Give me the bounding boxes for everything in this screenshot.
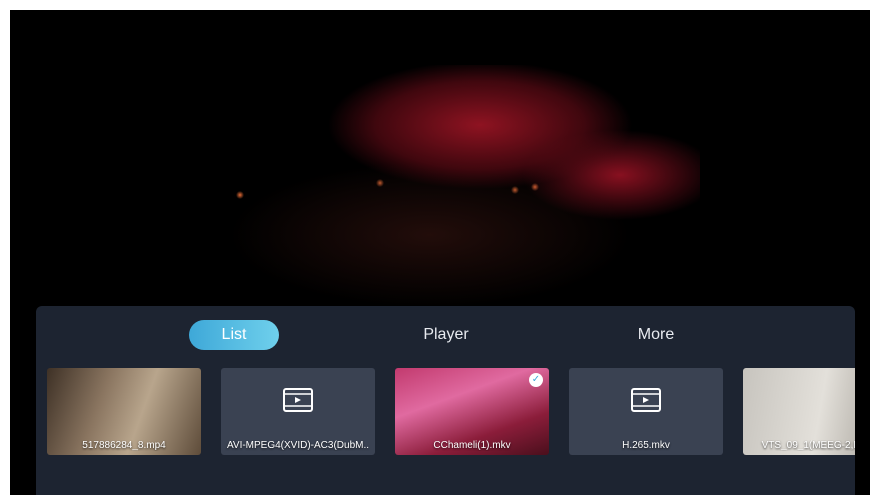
video-frame-image — [200, 65, 700, 310]
media-browser-panel: List Player More 517886284_8.mp4 AVI-MPE… — [36, 306, 855, 495]
film-icon — [283, 388, 313, 412]
file-card-selected[interactable]: ✓ CChameli(1).mkv — [395, 368, 549, 455]
file-name: CChameli(1).mkv — [433, 440, 511, 451]
file-name: 517886284_8.mp4 — [82, 440, 166, 451]
file-card[interactable]: VTS_09_1(MEEG-2,PCM, — [743, 368, 855, 455]
tab-bar: List Player More — [36, 320, 855, 354]
check-icon: ✓ — [529, 373, 543, 387]
tab-more[interactable]: More — [606, 320, 706, 350]
file-card[interactable]: 517886284_8.mp4 — [47, 368, 201, 455]
tv-screen: List Player More 517886284_8.mp4 AVI-MPE… — [10, 10, 870, 495]
tab-player[interactable]: Player — [396, 320, 496, 350]
file-name: AVI-MPEG4(XVID)-AC3(DubM.. — [226, 440, 370, 451]
file-name: H.265.mkv — [622, 440, 670, 451]
video-playback-area[interactable] — [10, 10, 870, 310]
file-card[interactable]: AVI-MPEG4(XVID)-AC3(DubM.. — [221, 368, 375, 455]
file-thumbnail-strip[interactable]: 517886284_8.mp4 AVI-MPEG4(XVID)-AC3(DubM… — [36, 368, 855, 456]
file-card[interactable]: H.265.mkv — [569, 368, 723, 455]
file-name: VTS_09_1(MEEG-2,PCM, — [761, 440, 855, 451]
film-icon — [631, 388, 661, 412]
tab-list[interactable]: List — [189, 320, 279, 350]
